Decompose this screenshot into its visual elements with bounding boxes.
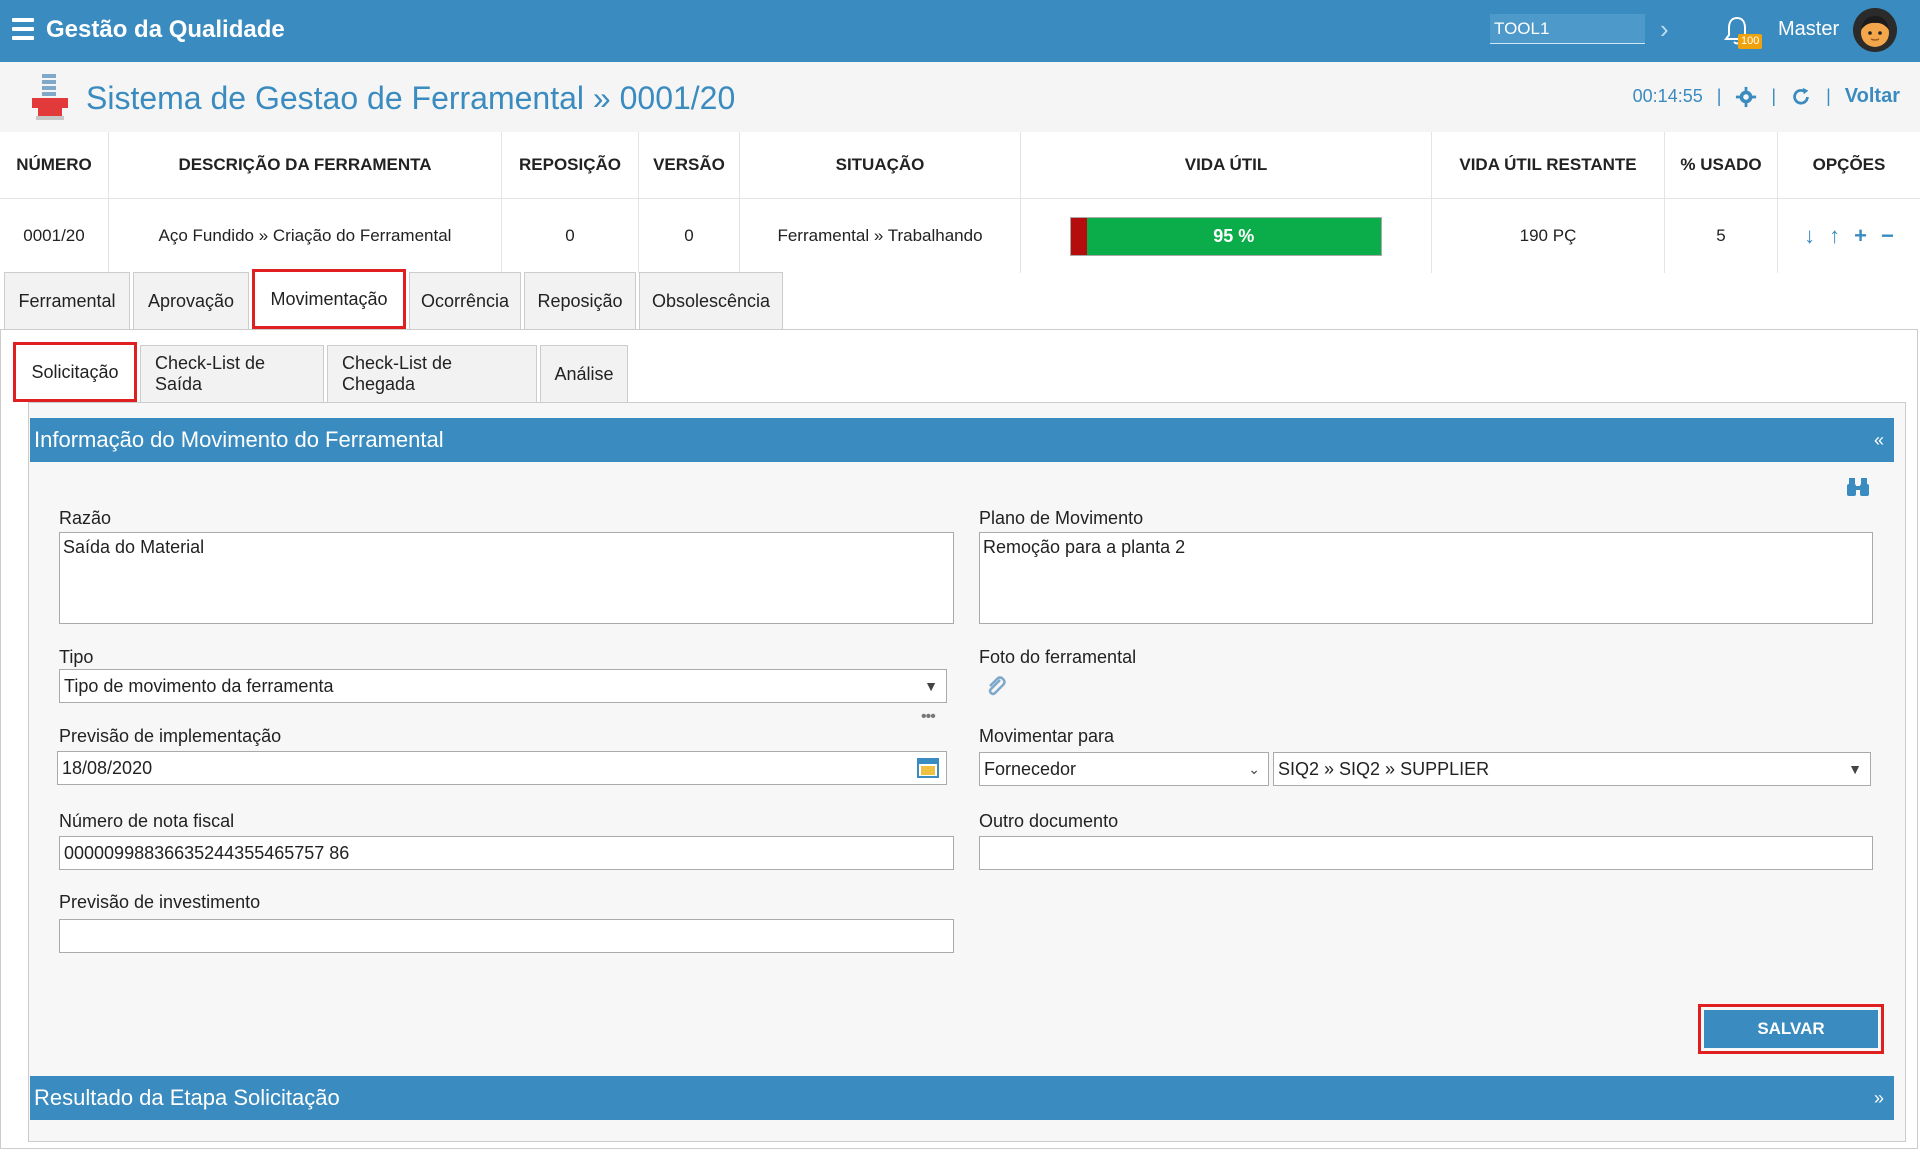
divider: | (1771, 86, 1777, 106)
cell-opcoes: ↓ ↑ + − (1778, 199, 1920, 274)
cell-numero: 0001/20 (0, 198, 109, 273)
col-descricao: DESCRIÇÃO DA FERRAMENTA (108, 132, 502, 199)
tab-ferramental[interactable]: Ferramental (4, 272, 130, 329)
tab-obsolescencia[interactable]: Obsolescência (639, 272, 783, 329)
tab-movimentacao[interactable]: Movimentação (252, 269, 406, 329)
options-group: ↓ ↑ + − (1779, 223, 1919, 249)
subtab-solicitacao[interactable]: Solicitação (13, 342, 137, 402)
calendar-icon[interactable] (917, 757, 939, 779)
vida-util-bar: 95 % (1070, 216, 1382, 256)
session-timer: 00:14:55 (1632, 86, 1703, 106)
col-versao: VERSÃO (638, 132, 740, 199)
tool-logo-icon (32, 74, 68, 120)
tab-ocorrencia[interactable]: Ocorrência (409, 272, 521, 329)
cell-descricao: Aço Fundido » Criação do Ferramental (108, 198, 502, 273)
minus-icon[interactable]: − (1881, 223, 1894, 249)
subtab-analise[interactable]: Análise (540, 345, 628, 402)
expand-icon[interactable]: » (1874, 1076, 1884, 1120)
avatar[interactable] (1853, 8, 1897, 52)
binoculars-icon[interactable] (1846, 476, 1870, 498)
movimentar-dest-value: SIQ2 » SIQ2 » SUPPLIER (1278, 759, 1490, 779)
investimento-label: Previsão de investimento (59, 892, 261, 912)
foto-label: Foto do ferramental (979, 647, 1137, 667)
cell-versao: 0 (638, 198, 740, 273)
section-info-title: Informação do Movimento do Ferramental (34, 427, 444, 452)
tool-info-table: NÚMERO DESCRIÇÃO DA FERRAMENTA REPOSIÇÃO… (0, 132, 1920, 273)
subtab-checklist-saida[interactable]: Check-List de Saída (140, 345, 324, 402)
chevron-down-icon: ⌄ (1248, 761, 1260, 777)
tool-search-input[interactable] (1490, 14, 1645, 44)
menu-icon[interactable] (12, 18, 34, 44)
sub-tabs: Solicitação Check-List de Saída Check-Li… (13, 342, 628, 402)
cell-usado: 5 (1664, 198, 1778, 273)
movimentar-dest-select[interactable]: SIQ2 » SIQ2 » SUPPLIER ▼ (1273, 752, 1871, 786)
user-name[interactable]: Master (1778, 18, 1839, 41)
plus-icon[interactable]: + (1854, 223, 1867, 249)
razao-field[interactable]: Saída do Material (59, 532, 954, 624)
back-link[interactable]: Voltar (1845, 85, 1900, 108)
chevron-down-icon: ▼ (924, 678, 938, 694)
gear-icon[interactable] (1735, 86, 1757, 108)
outro-label: Outro documento (979, 811, 1119, 831)
col-opcoes: OPÇÕES (1777, 132, 1920, 199)
tab-aprovacao[interactable]: Aprovação (133, 272, 249, 329)
section-result-title: Resultado da Etapa Solicitação (34, 1085, 340, 1110)
col-numero: NÚMERO (0, 132, 109, 199)
table-header-row: NÚMERO DESCRIÇÃO DA FERRAMENTA REPOSIÇÃO… (0, 132, 1920, 199)
plano-field[interactable]: Remoção para a planta 2 (979, 532, 1873, 624)
collapse-icon[interactable]: « (1874, 418, 1884, 462)
previsao-label: Previsão de implementação (59, 726, 282, 746)
col-usado: % USADO (1664, 132, 1778, 199)
refresh-icon[interactable] (1790, 86, 1812, 108)
table-row: 0001/20 Aço Fundido » Criação do Ferrame… (0, 198, 1920, 274)
tipo-select[interactable]: Tipo de movimento da ferramenta ▼ (59, 669, 947, 703)
chevron-down-icon: ▼ (1848, 761, 1862, 777)
arrow-down-icon[interactable]: ↓ (1804, 223, 1815, 249)
page-title: Sistema de Gestao de Ferramental » 0001/… (86, 80, 736, 116)
subtab-checklist-chegada[interactable]: Check-List de Chegada (327, 345, 537, 402)
nota-label: Número de nota fiscal (59, 811, 235, 831)
app-title: Gestão da Qualidade (46, 16, 285, 43)
notification-badge: 100 (1738, 34, 1763, 49)
tab-reposicao[interactable]: Reposição (524, 272, 636, 329)
previsao-date-input[interactable] (57, 751, 947, 785)
divider: | (1716, 86, 1722, 106)
nota-fiscal-input[interactable] (59, 836, 954, 870)
section-info-header[interactable]: Informação do Movimento do Ferramental « (30, 418, 1894, 462)
movimentar-type-value: Fornecedor (984, 759, 1077, 779)
save-button[interactable]: SALVAR (1704, 1010, 1878, 1048)
title-bar: Sistema de Gestao de Ferramental » 0001/… (0, 62, 1920, 132)
col-vida-util: VIDA ÚTIL (1020, 132, 1432, 199)
save-button-frame: SALVAR (1698, 1004, 1884, 1054)
main-tabs: Ferramental Aprovação Movimentação Ocorr… (4, 269, 783, 330)
vida-util-remaining: 95 % (1086, 217, 1381, 255)
paperclip-icon[interactable] (984, 674, 1008, 698)
col-vida-restante: VIDA ÚTIL RESTANTE (1431, 132, 1665, 199)
section-result-header[interactable]: Resultado da Etapa Solicitação » (30, 1076, 1894, 1120)
vida-util-used (1071, 217, 1087, 255)
investimento-input[interactable] (59, 919, 954, 953)
cell-situacao: Ferramental » Trabalhando (739, 198, 1021, 273)
arrow-up-icon[interactable]: ↑ (1829, 223, 1840, 249)
col-situacao: SITUAÇÃO (739, 132, 1021, 199)
plano-label: Plano de Movimento (979, 508, 1144, 528)
divider: | (1826, 86, 1831, 106)
cell-reposicao: 0 (501, 198, 639, 273)
top-bar: Gestão da Qualidade › 100 Master (0, 0, 1920, 62)
outro-documento-input[interactable] (979, 836, 1873, 870)
chevron-right-icon[interactable]: › (1660, 14, 1669, 45)
movimentar-type-select[interactable]: Fornecedor ⌄ (979, 752, 1269, 786)
tipo-select-value: Tipo de movimento da ferramenta (64, 676, 334, 696)
more-icon[interactable]: ••• (921, 708, 936, 726)
tipo-label: Tipo (59, 647, 94, 667)
razao-label: Razão (59, 508, 112, 528)
cell-vida-util: 95 % (1020, 198, 1432, 273)
col-reposicao: REPOSIÇÃO (501, 132, 639, 199)
header-actions: 00:14:55 | | | Voltar (1633, 85, 1900, 108)
movement-form: Razão Saída do Material Tipo Tipo de mov… (30, 464, 1894, 1072)
cell-vida-restante: 190 PÇ (1431, 198, 1665, 273)
movimentar-label: Movimentar para (979, 726, 1115, 746)
